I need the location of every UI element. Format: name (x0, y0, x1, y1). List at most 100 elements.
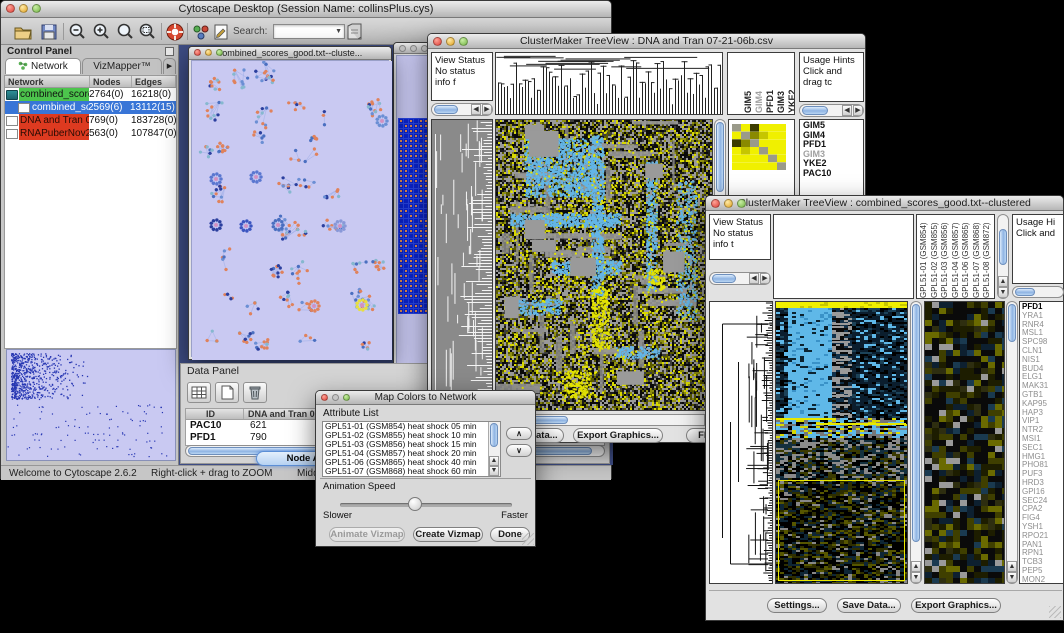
minimize-icon[interactable] (19, 4, 28, 13)
usage-hints-scrollbar[interactable] (1012, 286, 1064, 298)
minimize-icon[interactable] (446, 37, 455, 46)
chevron-down-icon[interactable]: ▼ (335, 28, 342, 35)
close-icon[interactable] (194, 49, 201, 56)
main-titlebar[interactable]: Cytoscape Desktop (Session Name: collins… (1, 1, 611, 18)
tab-network[interactable]: Network (5, 58, 81, 74)
map-colors-dialog: Map Colors to Network Attribute List GPL… (315, 390, 536, 547)
save-icon[interactable] (39, 22, 59, 42)
minimize-icon[interactable] (332, 394, 339, 401)
network-row[interactable]: DNA and Tran 07769(0)183728(0) (5, 114, 176, 127)
resize-grip[interactable] (522, 533, 534, 545)
zoom-selected-icon[interactable] (137, 22, 157, 42)
annotation-icon[interactable] (211, 22, 231, 42)
export-graphics-button[interactable]: Export Graphics... (573, 428, 663, 443)
zoom-window-icon[interactable] (343, 394, 350, 401)
save-data-button[interactable]: Save Data... (837, 598, 901, 613)
settings-button[interactable]: Settings... (767, 598, 827, 613)
close-icon[interactable] (6, 4, 15, 13)
zoom-window-icon[interactable] (216, 49, 223, 56)
move-up-button[interactable]: ∧ (506, 427, 532, 440)
treeview1-titlebar[interactable]: ClusterMaker TreeView : DNA and Tran 07-… (428, 34, 865, 49)
zoom-fit-icon[interactable] (115, 22, 135, 42)
resize-grip[interactable] (1049, 606, 1061, 618)
network1-canvas[interactable] (191, 60, 389, 357)
close-icon[interactable] (321, 394, 328, 401)
window-controls[interactable] (6, 4, 41, 13)
gene-labels-panel: PFD1YRA1RNR4MSL1SPC98CLN1NIS1BUD4ELG1MAK… (1019, 301, 1064, 584)
view-status-scrollbar[interactable]: ◀▶ (431, 103, 493, 116)
slower-label: Slower (323, 510, 352, 521)
attribute-list[interactable]: GPL51-01 (GSM854) heat shock 05 minGPL51… (322, 421, 501, 477)
column-labels-panel: GIM5GIM4PFD1GIM3YKE2PAC10 (727, 52, 795, 115)
search-input[interactable]: ▼ (273, 24, 345, 39)
network-edge-count: 16218(0) (131, 88, 176, 101)
gene-list-vscrollbar[interactable]: ▲ ▼ (1006, 301, 1018, 584)
heatmap-main[interactable] (775, 301, 908, 584)
attribute-list-label: Attribute List (323, 408, 379, 419)
treeview2-titlebar[interactable]: ClusterMaker TreeView : combined_scores_… (706, 196, 1063, 211)
network-name: DNA and Tran 07 (19, 114, 89, 127)
slider-thumb[interactable] (408, 497, 422, 511)
move-down-button[interactable]: ∨ (506, 444, 532, 457)
dialog-titlebar[interactable]: Map Colors to Network (316, 391, 535, 405)
row-dendrogram[interactable] (431, 119, 493, 411)
heatmap-secondary[interactable] (924, 301, 1005, 584)
network-row[interactable]: RNAPuberNov2+563(0)107847(0) (5, 127, 176, 140)
zoom-out-icon[interactable] (67, 22, 87, 42)
column-dendrogram[interactable] (495, 52, 723, 115)
gene-label[interactable]: MON2 (1022, 576, 1063, 584)
delete-attribute-icon[interactable] (243, 382, 267, 403)
attribute-table-icon[interactable] (187, 382, 211, 403)
column-label[interactable]: GPL51-07 (GSM868) (972, 216, 983, 298)
view-status-scrollbar[interactable]: ◀▶ (709, 272, 771, 285)
column-label[interactable]: GPL51-03 (GSM856) (940, 216, 951, 298)
network-row[interactable]: combined_sco2569(6)13112(15) (5, 101, 176, 114)
usage-hints-scrollbar[interactable]: ◀▶ (799, 104, 864, 117)
zoom-window-icon[interactable] (737, 199, 746, 208)
column-label[interactable]: GPL51-01 (GSM854) (919, 216, 930, 298)
float-panel-icon[interactable] (165, 47, 174, 56)
zoom-in-icon[interactable] (91, 22, 111, 42)
column-labels-vscrollbar[interactable]: ▲ ▼ (997, 214, 1009, 299)
column-label[interactable]: GPL51-02 (GSM855) (930, 216, 941, 298)
zoom-window-icon[interactable] (32, 4, 41, 13)
animation-speed-slider[interactable] (340, 503, 512, 507)
network-edge-count: 13112(15) (130, 101, 176, 114)
new-attribute-icon[interactable] (215, 382, 239, 403)
node-style-icon[interactable] (191, 22, 211, 42)
column-dendrogram[interactable] (773, 214, 914, 299)
network-row[interactable]: combined_scores2764(0)16218(0) (5, 88, 176, 101)
row-label[interactable]: PAC10 (803, 169, 863, 179)
usage-hints-panel: Usage Hi Click and (1012, 214, 1064, 284)
network-edge-count: 107847(0) (131, 127, 176, 140)
row-dendrogram[interactable] (709, 301, 773, 584)
column-label[interactable]: GPL51-04 (GSM857) (951, 216, 962, 298)
heatmap-vscrollbar[interactable]: ▲ ▼ (910, 301, 922, 584)
create-vizmap-button[interactable]: Create Vizmap (413, 527, 483, 542)
row-id: PAC10 (186, 420, 244, 432)
attribute-item[interactable]: GPL51-07 (GSM868) heat shock 60 min (323, 467, 500, 476)
network1-titlebar[interactable]: combined_scores_good.txt--cluste... (189, 47, 391, 60)
heatmap-main[interactable] (495, 119, 713, 411)
network-list-header[interactable]: Network Nodes Edges (5, 76, 176, 88)
catalog-icon[interactable] (345, 22, 365, 42)
minimize-icon[interactable] (205, 49, 212, 56)
minimize-icon[interactable] (410, 45, 417, 52)
animate-vizmap-button[interactable]: Animate Vizmap (329, 527, 405, 542)
zoom-window-icon[interactable] (459, 37, 468, 46)
attribute-list-scrollbar[interactable]: ▲ ▼ (488, 422, 500, 476)
network-overview-panel[interactable] (6, 349, 176, 461)
minimize-icon[interactable] (724, 199, 733, 208)
column-label[interactable]: YKE2 (788, 55, 795, 113)
export-graphics-button[interactable]: Export Graphics... (911, 598, 1001, 613)
open-file-icon[interactable] (13, 22, 33, 42)
close-icon[interactable] (433, 37, 442, 46)
close-icon[interactable] (711, 199, 720, 208)
tab-more-arrow[interactable]: ▶ (163, 58, 176, 74)
help-lifebuoy-icon[interactable] (165, 22, 185, 42)
close-icon[interactable] (399, 45, 406, 52)
control-panel: Control Panel Network VizMapper™ ▶ Netwo… (3, 45, 179, 465)
tab-vizmapper[interactable]: VizMapper™ (82, 58, 162, 74)
column-label[interactable]: GPL51-08 (GSM872) (982, 216, 993, 298)
column-label[interactable]: GPL51-06 (GSM865) (961, 216, 972, 298)
